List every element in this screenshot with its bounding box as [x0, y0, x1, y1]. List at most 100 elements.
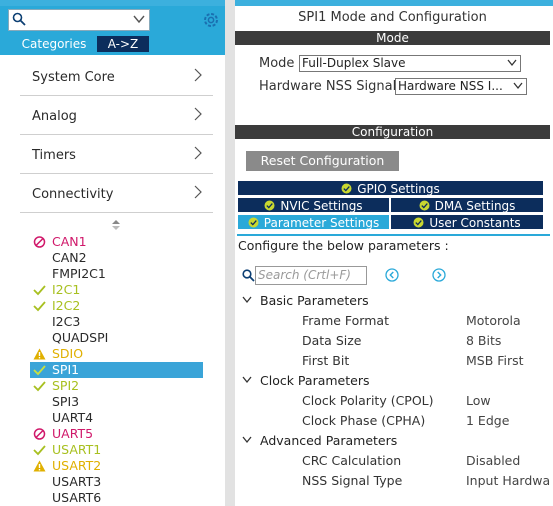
- peripheral-item-i2c2[interactable]: I2C2: [30, 298, 203, 314]
- mode-select-value: Full-Duplex Slave: [302, 56, 406, 70]
- peripheral-label: USART2: [52, 458, 102, 473]
- check-circle-icon: [341, 183, 352, 194]
- param-value[interactable]: Input Hardwa: [466, 473, 550, 488]
- group-label: Advanced Parameters: [260, 433, 398, 448]
- peripheral-item-spi2[interactable]: SPI2: [30, 378, 203, 394]
- param-name: CRC Calculation: [302, 453, 402, 468]
- peripheral-item-spi1[interactable]: SPI1: [30, 362, 203, 378]
- param-name: Clock Polarity (CPOL): [302, 393, 434, 408]
- tab-dma-settings[interactable]: DMA Settings: [390, 197, 544, 213]
- chevron-down-icon: [242, 436, 252, 444]
- left-top-strip: [0, 0, 225, 6]
- warning-icon: [33, 460, 46, 472]
- reset-configuration-button[interactable]: Reset Configuration: [246, 151, 399, 171]
- param-value[interactable]: 8 Bits: [466, 333, 501, 348]
- peripheral-label: SDIO: [52, 346, 84, 361]
- peripheral-item-i2c3[interactable]: I2C3: [30, 314, 203, 330]
- search-icon: [242, 269, 255, 282]
- gear-icon[interactable]: [202, 11, 220, 29]
- check-circle-icon: [413, 217, 424, 228]
- check-icon: [33, 285, 46, 296]
- check-circle-icon: [248, 217, 259, 228]
- page-title: SPI1 Mode and Configuration: [298, 10, 487, 25]
- tab-gpio-settings[interactable]: GPIO Settings: [237, 180, 544, 196]
- peripheral-item-uart4[interactable]: UART4: [30, 410, 203, 426]
- tab-categories[interactable]: Categories: [12, 36, 96, 52]
- param-value[interactable]: Disabled: [466, 453, 520, 468]
- peripheral-item-sdio[interactable]: SDIO: [30, 346, 203, 362]
- peripheral-label: USART3: [52, 474, 102, 489]
- left-panel: Categories A->Z System Core Analog Timer…: [0, 0, 225, 506]
- warning-icon: [33, 348, 46, 360]
- chevron-down-icon[interactable]: [133, 13, 145, 25]
- search-icon: [12, 12, 26, 26]
- peripheral-item-usart1[interactable]: USART1: [30, 442, 203, 458]
- tab-a-to-z[interactable]: A->Z: [97, 36, 149, 52]
- param-name: First Bit: [302, 353, 350, 368]
- chevron-right-icon: [194, 107, 202, 121]
- tab-label: User Constants: [429, 216, 521, 230]
- chevron-down-icon: [242, 376, 252, 384]
- peripheral-label: I2C1: [52, 282, 81, 297]
- param-name: NSS Signal Type: [302, 473, 403, 488]
- previous-icon[interactable]: [385, 268, 399, 282]
- chevron-down-icon: [507, 59, 517, 67]
- category-system-core[interactable]: System Core: [20, 58, 213, 96]
- peripheral-item-can1[interactable]: CAN1: [30, 234, 203, 250]
- tab-nvic-settings[interactable]: NVIC Settings: [237, 197, 390, 213]
- mode-header: Mode: [235, 31, 550, 45]
- configure-instructions: Configure the below parameters :: [238, 238, 449, 253]
- peripheral-item-usart6[interactable]: USART6: [30, 490, 203, 506]
- peripheral-label: SPI3: [52, 394, 80, 409]
- param-value[interactable]: MSB First: [466, 353, 524, 368]
- peripheral-item-fmpi2c1[interactable]: FMPI2C1: [30, 266, 203, 282]
- chevron-down-icon: [242, 296, 252, 304]
- group-clock-parameters[interactable]: Clock Parameters: [242, 373, 369, 388]
- next-icon[interactable]: [432, 268, 446, 282]
- param-name: Clock Phase (CPHA): [302, 413, 426, 428]
- tab-parameter-settings[interactable]: Parameter Settings: [237, 214, 390, 230]
- peripheral-label: FMPI2C1: [52, 266, 106, 281]
- peripheral-search-input[interactable]: [8, 9, 150, 31]
- group-advanced-parameters[interactable]: Advanced Parameters: [242, 433, 397, 448]
- panel-divider[interactable]: [225, 0, 235, 506]
- peripheral-item-spi3[interactable]: SPI3: [30, 394, 203, 410]
- peripheral-label: UART5: [52, 426, 94, 441]
- param-value[interactable]: 1 Edge: [466, 413, 509, 428]
- category-connectivity[interactable]: Connectivity: [20, 175, 213, 213]
- peripheral-item-i2c1[interactable]: I2C1: [30, 282, 203, 298]
- check-icon: [33, 445, 46, 456]
- parameter-search-input[interactable]: Search (Crtl+F): [255, 266, 367, 285]
- check-icon: [33, 301, 46, 312]
- peripheral-item-uart5[interactable]: UART5: [30, 426, 203, 442]
- peripheral-item-usart3[interactable]: USART3: [30, 474, 203, 490]
- tab-underline: [237, 234, 550, 236]
- mode-select[interactable]: Full-Duplex Slave: [299, 55, 521, 72]
- peripheral-label: USART1: [52, 442, 102, 457]
- category-timers[interactable]: Timers: [20, 136, 213, 174]
- peripheral-label: CAN1: [52, 234, 87, 249]
- param-value[interactable]: Motorola: [466, 313, 521, 328]
- param-name: Data Size: [302, 333, 362, 348]
- scroll-up-icon[interactable]: [111, 219, 121, 231]
- category-analog[interactable]: Analog: [20, 97, 213, 135]
- peripheral-label: QUADSPI: [52, 330, 109, 345]
- check-icon: [33, 365, 46, 376]
- peripheral-item-usart2[interactable]: USART2: [30, 458, 203, 474]
- check-icon: [33, 381, 46, 392]
- check-circle-icon: [419, 200, 430, 211]
- tab-label: DMA Settings: [434, 199, 516, 213]
- configuration-header: Configuration: [235, 125, 550, 139]
- tab-user-constants[interactable]: User Constants: [390, 214, 544, 230]
- disabled-icon: [33, 428, 46, 440]
- group-basic-parameters[interactable]: Basic Parameters: [242, 293, 369, 308]
- peripheral-label: SPI2: [52, 378, 80, 393]
- check-circle-icon: [264, 200, 275, 211]
- chevron-right-icon: [194, 68, 202, 82]
- param-value[interactable]: Low: [466, 393, 491, 408]
- peripheral-item-can2[interactable]: CAN2: [30, 250, 203, 266]
- nss-select[interactable]: Hardware NSS I...: [395, 78, 527, 95]
- peripheral-label: UART4: [52, 410, 94, 425]
- peripheral-item-quadspi[interactable]: QUADSPI: [30, 330, 203, 346]
- peripheral-label: USART6: [52, 490, 102, 505]
